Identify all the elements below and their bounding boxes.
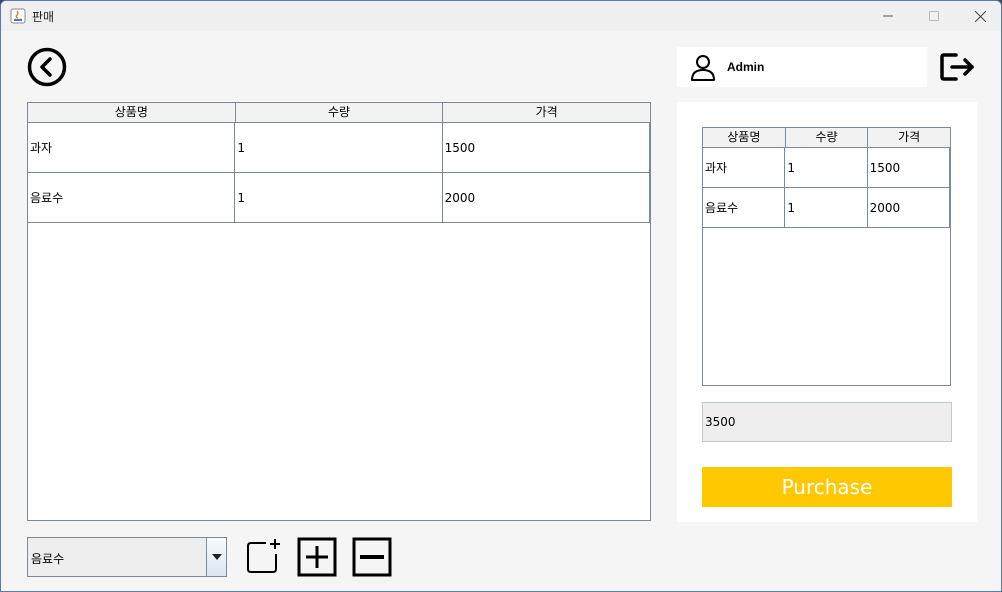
column-header-name[interactable]: 상품명 [703,128,786,147]
purchase-button[interactable]: Purchase [702,467,952,507]
back-icon[interactable] [27,47,67,87]
cell-qty[interactable]: 1 [235,123,443,172]
user-info: Admin [677,47,927,87]
cell-qty[interactable]: 1 [785,188,868,227]
table-row[interactable]: 과자 1 1500 [703,148,950,188]
maximize-button[interactable] [911,1,957,31]
cell-price[interactable]: 1500 [868,148,950,187]
add-item-icon[interactable] [244,537,284,577]
column-header-price[interactable]: 가격 [868,128,950,147]
column-header-qty[interactable]: 수량 [236,103,444,122]
plus-icon[interactable] [297,537,337,577]
sales-window: 판매 상품명 수량 가격 과자 1 1500 음료수 1 2000 Admin … [0,0,1002,592]
table-header: 상품명 수량 가격 [28,103,650,123]
cell-price[interactable]: 2000 [443,173,650,222]
cell-name[interactable]: 과자 [28,123,236,172]
cell-name[interactable]: 음료수 [703,188,786,227]
column-header-name[interactable]: 상품명 [28,103,236,122]
close-button[interactable] [957,1,1001,31]
column-header-price[interactable]: 가격 [443,103,650,122]
column-header-qty[interactable]: 수량 [786,128,869,147]
title-bar: 판매 [1,1,1001,31]
minimize-icon [883,15,893,17]
product-select[interactable]: 음료수 [27,537,227,577]
maximize-icon [929,11,939,21]
close-icon [974,10,986,22]
total-price-field[interactable]: 3500 [702,402,952,442]
table-header: 상품명 수량 가격 [703,128,950,148]
minus-icon[interactable] [352,537,392,577]
dropdown-arrow-icon [211,554,222,560]
cart-table[interactable]: 상품명 수량 가격 과자 1 1500 음료수 1 2000 [27,102,651,521]
cell-name[interactable]: 과자 [703,148,786,187]
logout-icon[interactable] [938,49,976,85]
receipt-table[interactable]: 상품명 수량 가격 과자 1 1500 음료수 1 2000 [702,127,951,386]
user-name: Admin [727,60,765,74]
cell-qty[interactable]: 1 [785,148,868,187]
cell-price[interactable]: 2000 [868,188,950,227]
cell-qty[interactable]: 1 [235,173,443,222]
table-row[interactable]: 음료수 1 2000 [703,188,950,228]
minimize-button[interactable] [865,1,911,31]
window-title: 판매 [32,10,55,24]
java-app-icon [10,8,26,24]
cell-name[interactable]: 음료수 [28,173,236,222]
product-select-value: 음료수 [31,552,65,566]
cell-price[interactable]: 1500 [443,123,650,172]
user-icon [691,55,715,81]
table-row[interactable]: 과자 1 1500 [28,123,650,173]
table-row[interactable]: 음료수 1 2000 [28,173,650,223]
dropdown-arrow-button[interactable] [206,538,226,576]
